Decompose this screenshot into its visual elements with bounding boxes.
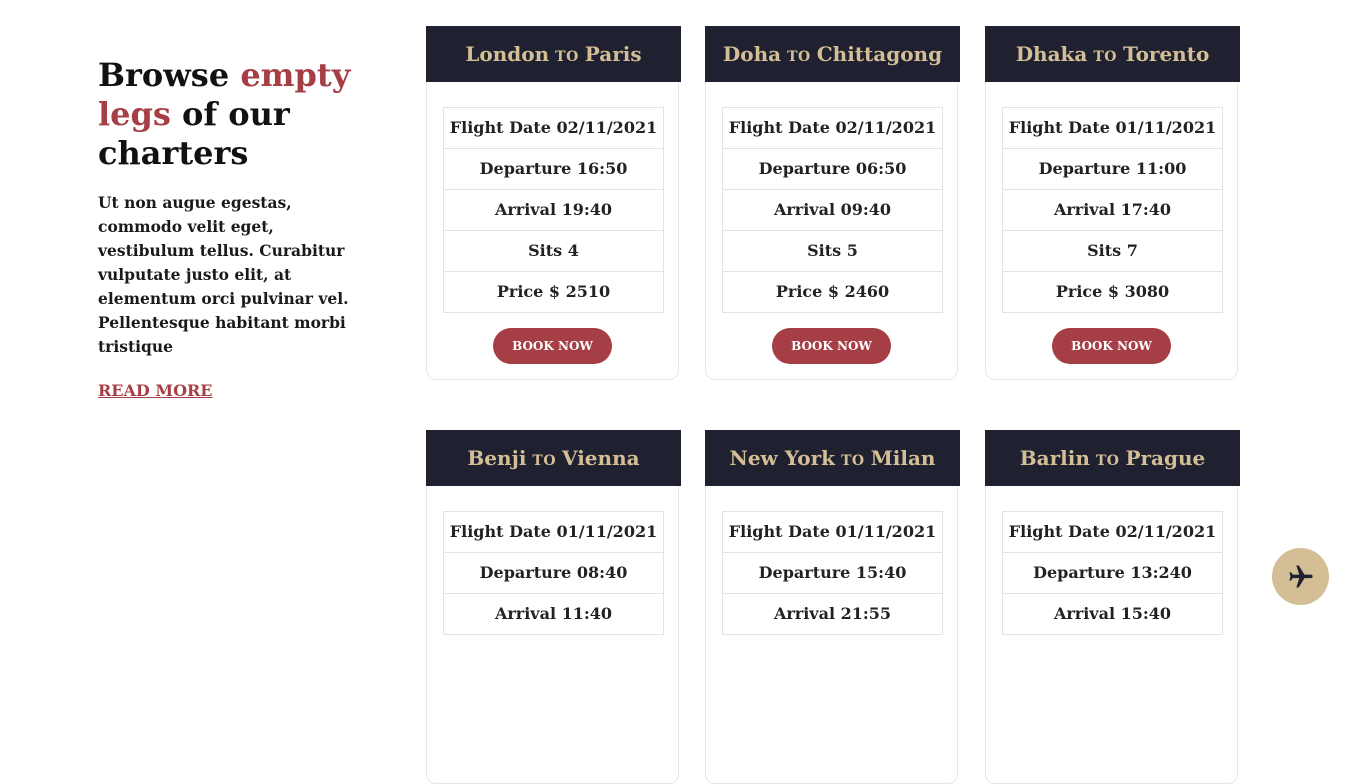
card-route-title: Barlin TO Prague <box>985 430 1240 486</box>
route-to-word: TO <box>555 49 579 65</box>
flight-info-table: Flight Date 02/11/2021 Departure 06:50 A… <box>722 107 943 313</box>
flight-date: Flight Date 01/11/2021 <box>444 512 663 553</box>
route-to-word: TO <box>787 49 811 65</box>
flight-info-table: Flight Date 01/11/2021 Departure 15:40 A… <box>722 511 943 635</box>
flight-date: Flight Date 02/11/2021 <box>444 108 663 149</box>
route-to-word: TO <box>1093 49 1117 65</box>
route-from: London <box>465 42 550 66</box>
route-to-word: TO <box>532 453 557 469</box>
route-from: New York <box>729 446 835 470</box>
book-now-button[interactable]: BOOK NOW <box>493 328 612 364</box>
route-to: Prague <box>1125 446 1206 470</box>
book-now-button[interactable]: BOOK NOW <box>772 328 891 364</box>
card-route-title: London TO Paris <box>426 26 681 82</box>
flight-date: Flight Date 02/11/2021 <box>723 108 942 149</box>
route-from: Barlin <box>1019 446 1090 470</box>
title-part-1: Browse <box>98 56 241 94</box>
route-to: Chittagong <box>816 42 943 66</box>
flight-date: Flight Date 01/11/2021 <box>1003 108 1222 149</box>
departure-time: Departure 15:40 <box>723 553 942 594</box>
price: Price $ 3080 <box>1055 282 1170 301</box>
card-route-title: New York TO Milan <box>705 430 960 486</box>
route-to: Torento <box>1122 42 1210 66</box>
card-route-title: Benji TO Vienna <box>426 430 681 486</box>
route-to: Vienna <box>562 446 640 470</box>
route-to-word: TO <box>841 453 865 469</box>
card-route-title: Dhaka TO Torento <box>985 26 1240 82</box>
flight-card-doha-chittagong: Doha TO Chittagong Flight Date 02/11/2021 … <box>705 26 960 380</box>
section-title: Browse empty legs of our charters <box>98 56 378 173</box>
departure-time: Departure 11:00 <box>1003 149 1222 190</box>
route-to-word: TO <box>1095 453 1120 469</box>
price: Price $ 2510 <box>496 282 611 301</box>
seats: Sits 7 <box>1003 231 1222 272</box>
departure-time: Departure 16:50 <box>444 149 663 190</box>
arrival-time: Arrival 11:40 <box>494 604 613 623</box>
arrival-time: Arrival 21:55 <box>773 604 892 623</box>
flight-card-newyork-milan: New York TO Milan Flight Date 01/11/2021 D… <box>705 430 960 784</box>
airplane-icon <box>1288 564 1313 587</box>
flight-info-table: Flight Date 02/11/2021 Departure 13:240 … <box>1002 511 1223 635</box>
route-from: Benji <box>467 446 527 470</box>
arrival-time: Arrival 19:40 <box>444 190 663 231</box>
flight-info-table: Flight Date 02/11/2021 Departure 16:50 A… <box>443 107 664 313</box>
floating-flight-button[interactable] <box>1272 548 1329 605</box>
flight-card-benji-vienna: Benji TO Vienna Flight Date 01/11/2021 Dep… <box>426 430 681 784</box>
flight-info-table: Flight Date 01/11/2021 Departure 08:40 A… <box>443 511 664 635</box>
read-more-link[interactable]: READ MORE <box>98 381 213 400</box>
route-from: Doha <box>722 42 782 66</box>
departure-time: Departure 13:240 <box>1003 553 1222 594</box>
arrival-time: Arrival 17:40 <box>1003 190 1222 231</box>
route-to: Milan <box>870 446 936 470</box>
departure-time: Departure 06:50 <box>723 149 942 190</box>
flight-info-table: Flight Date 01/11/2021 Departure 11:00 A… <box>1002 107 1223 313</box>
intro-section: Browse empty legs of our charters Ut non… <box>98 56 378 359</box>
price: Price $ 2460 <box>775 282 890 301</box>
flight-card-dhaka-torento: Dhaka TO Torento Flight Date 01/11/2021 De… <box>985 26 1240 380</box>
flight-card-barlin-prague: Barlin TO Prague Flight Date 02/11/2021 De… <box>985 430 1240 784</box>
arrival-time: Arrival 09:40 <box>723 190 942 231</box>
departure-time: Departure 08:40 <box>444 553 663 594</box>
flight-card-london-paris: London TO Paris Flight Date 02/11/2021 Dep… <box>426 26 681 380</box>
section-description: Ut non augue egestas, commodo velit eget… <box>98 193 349 356</box>
arrival-time: Arrival 15:40 <box>1053 604 1172 623</box>
route-from: Dhaka <box>1015 42 1088 66</box>
flight-date: Flight Date 01/11/2021 <box>723 512 942 553</box>
flight-date: Flight Date 02/11/2021 <box>1003 512 1222 553</box>
book-now-button[interactable]: BOOK NOW <box>1052 328 1171 364</box>
seats: Sits 4 <box>444 231 663 272</box>
card-route-title: Doha TO Chittagong <box>705 26 960 82</box>
route-to: Paris <box>584 42 642 66</box>
seats: Sits 5 <box>723 231 942 272</box>
